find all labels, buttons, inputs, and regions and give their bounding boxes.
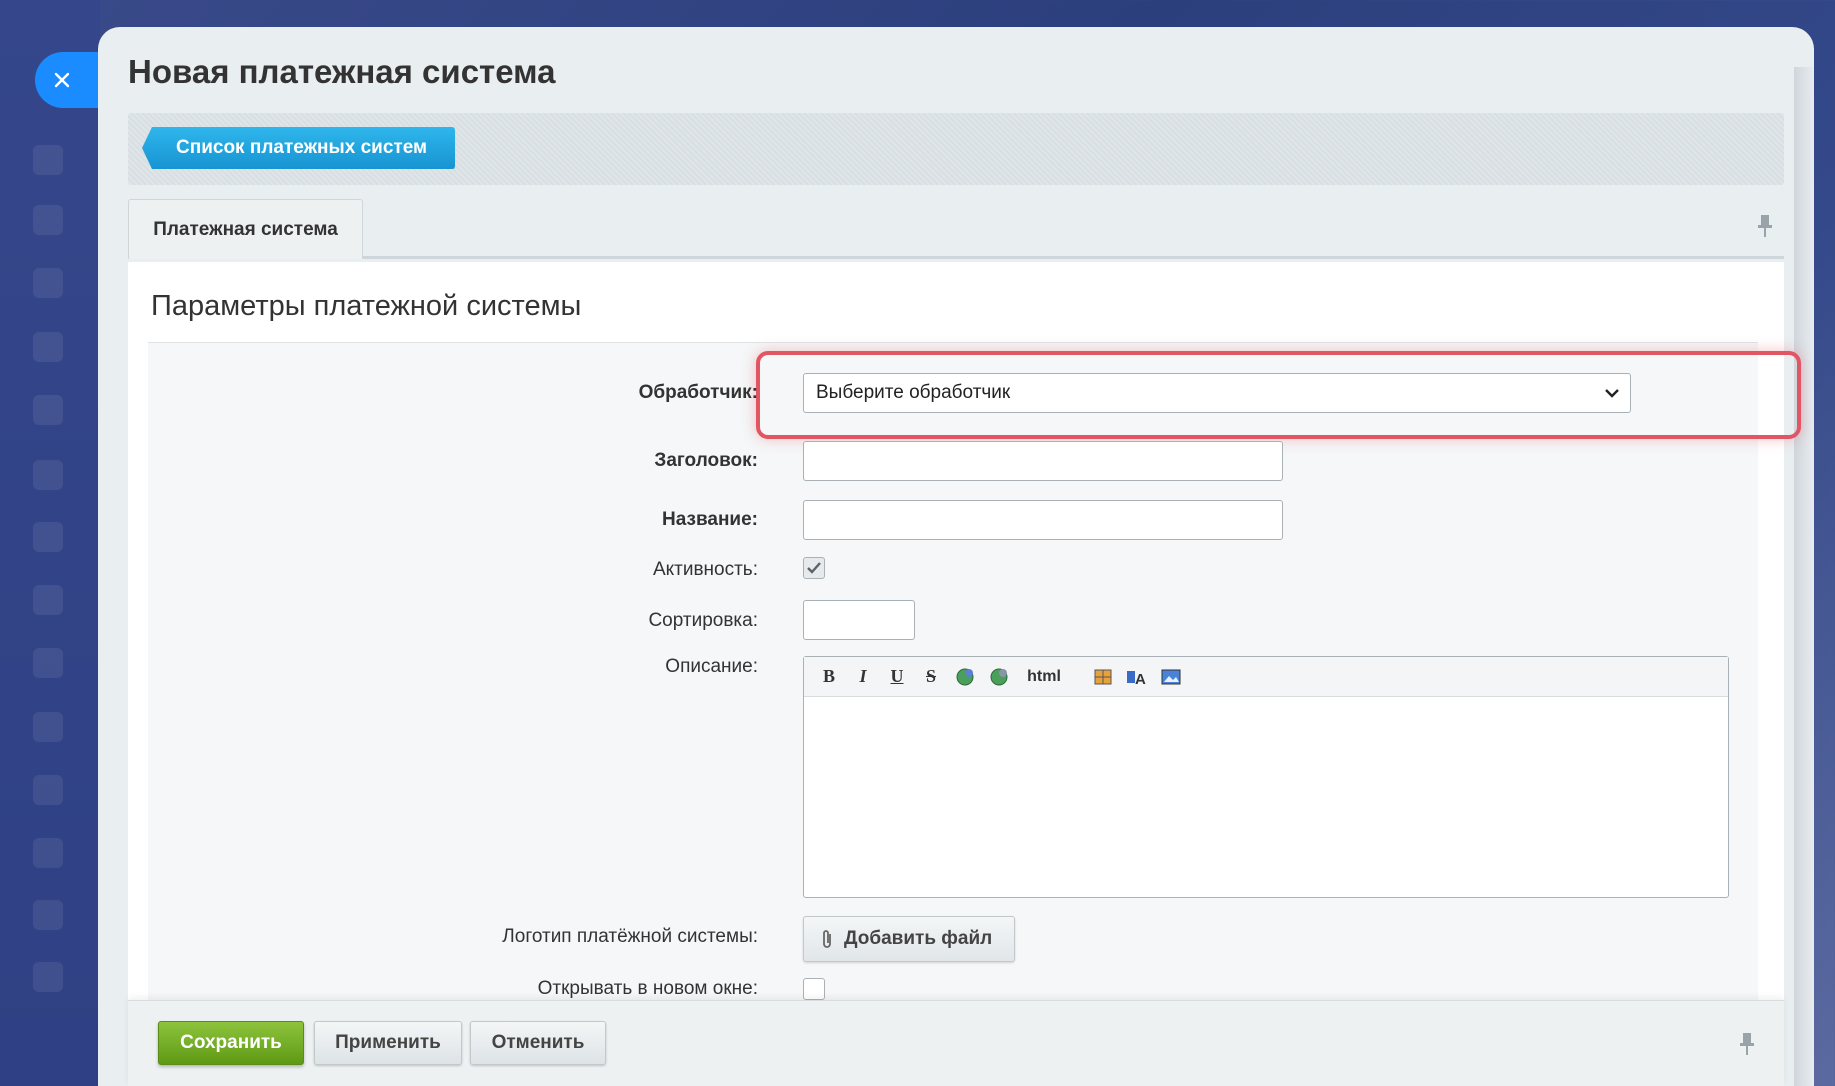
sidebar-ghost-icon bbox=[33, 648, 63, 678]
remove-link-button[interactable] bbox=[984, 663, 1014, 691]
add-file-label: Добавить файл bbox=[844, 928, 993, 949]
header-input[interactable] bbox=[803, 441, 1283, 481]
sidebar-ghost-icon bbox=[33, 268, 63, 298]
sidebar-ghost-icon bbox=[33, 900, 63, 930]
pin-icon[interactable] bbox=[1756, 213, 1774, 239]
chevron-down-icon bbox=[1605, 389, 1619, 398]
paperclip-icon bbox=[823, 930, 831, 948]
new-window-label: Открывать в новом окне: bbox=[537, 978, 758, 999]
footer-buttons: Сохранить Применить Отменить bbox=[128, 1000, 1784, 1086]
italic-button[interactable]: I bbox=[848, 663, 878, 691]
context-toolbar: Список платежных систем bbox=[128, 113, 1784, 185]
table-button[interactable] bbox=[1088, 663, 1118, 691]
description-editor: B I U S html A bbox=[803, 656, 1729, 898]
name-input[interactable] bbox=[803, 500, 1283, 540]
underline-button[interactable]: U bbox=[882, 663, 912, 691]
sidebar-ghost-icon bbox=[33, 712, 63, 742]
globe-link-icon bbox=[956, 668, 974, 685]
sidebar-ghost-icon bbox=[33, 962, 63, 992]
sidebar-ghost-icon bbox=[33, 395, 63, 425]
sidebar-ghost-icon bbox=[33, 585, 63, 615]
tab-bar: Платежная система bbox=[128, 199, 1784, 259]
font-icon: A bbox=[1127, 670, 1146, 688]
form-area: Обработчик: Выберите обработчик Заголово… bbox=[148, 342, 1801, 1022]
cancel-button[interactable]: Отменить bbox=[470, 1021, 606, 1065]
tab-payment-system[interactable]: Платежная система bbox=[128, 199, 363, 259]
pin-icon[interactable] bbox=[1738, 1031, 1756, 1057]
header-label: Заголовок: bbox=[654, 450, 758, 471]
checkmark-icon bbox=[807, 562, 821, 574]
form-content: Параметры платежной системы Обработчик: … bbox=[128, 262, 1801, 1022]
handler-select[interactable]: Выберите обработчик bbox=[803, 373, 1631, 413]
active-checkbox[interactable] bbox=[803, 557, 825, 579]
background-sidebar bbox=[0, 0, 100, 1086]
sidebar-ghost-icon bbox=[33, 205, 63, 235]
globe-unlink-icon bbox=[990, 668, 1008, 685]
add-file-button[interactable]: Добавить файл bbox=[803, 916, 1016, 962]
name-label: Название: bbox=[661, 509, 758, 530]
sidebar-ghost-icon bbox=[33, 332, 63, 362]
page-title: Новая платежная система bbox=[128, 53, 556, 90]
sidebar-ghost-icon bbox=[33, 522, 63, 552]
slider-panel: Новая платежная система Список платежных… bbox=[98, 27, 1814, 1086]
font-button[interactable]: A bbox=[1122, 663, 1152, 691]
html-mode-button[interactable]: html bbox=[1018, 663, 1070, 691]
apply-button[interactable]: Применить bbox=[314, 1021, 462, 1065]
strikethrough-button[interactable]: S bbox=[916, 663, 946, 691]
image-icon bbox=[1161, 669, 1181, 684]
bold-button[interactable]: B bbox=[814, 663, 844, 691]
close-slider-button[interactable] bbox=[35, 52, 99, 108]
sidebar-ghost-icon bbox=[33, 460, 63, 490]
sidebar-ghost-icon bbox=[33, 775, 63, 805]
handler-select-value: Выберите обработчик bbox=[816, 382, 1011, 403]
insert-image-button[interactable] bbox=[1156, 663, 1186, 691]
svg-text:A: A bbox=[1135, 671, 1146, 688]
sidebar-ghost-icon bbox=[33, 838, 63, 868]
description-label: Описание: bbox=[665, 656, 758, 677]
editor-toolbar: B I U S html A bbox=[804, 657, 1728, 697]
table-icon bbox=[1094, 669, 1112, 684]
sort-label: Сортировка: bbox=[648, 610, 758, 631]
insert-link-button[interactable] bbox=[950, 663, 980, 691]
handler-label: Обработчик: bbox=[638, 382, 758, 403]
sidebar-ghost-icon bbox=[33, 145, 63, 175]
panel-scroll-edge bbox=[1794, 67, 1814, 1086]
sort-input[interactable] bbox=[803, 600, 915, 640]
section-title: Параметры платежной системы bbox=[151, 290, 582, 322]
payment-systems-list-button[interactable]: Список платежных систем bbox=[142, 127, 456, 169]
close-icon bbox=[54, 72, 70, 88]
logo-label: Логотип платёжной системы: bbox=[502, 926, 758, 947]
save-button[interactable]: Сохранить bbox=[158, 1021, 304, 1065]
active-label: Активность: bbox=[652, 559, 758, 580]
new-window-checkbox[interactable] bbox=[803, 978, 825, 1000]
